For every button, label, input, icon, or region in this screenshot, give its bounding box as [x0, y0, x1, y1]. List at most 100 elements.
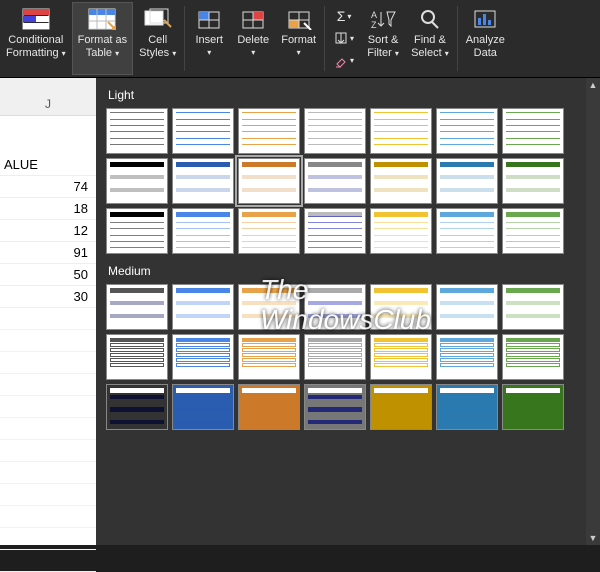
table-style-swatch[interactable] [370, 284, 432, 330]
empty-cell[interactable] [0, 440, 96, 462]
chevron-down-icon: ▾ [172, 49, 176, 58]
table-style-swatch[interactable] [502, 384, 564, 430]
table-style-swatch[interactable] [106, 158, 168, 204]
data-cell[interactable]: 91 [0, 242, 96, 264]
empty-cell[interactable] [0, 396, 96, 418]
table-style-swatch[interactable] [370, 208, 432, 254]
format-cells-icon [283, 6, 315, 32]
separator [457, 6, 458, 71]
editing-small-group: Σ▾ ▾ ▾ [327, 2, 361, 75]
table-style-swatch[interactable] [172, 284, 234, 330]
insert-cells-icon [193, 6, 225, 32]
scroll-up-icon[interactable]: ▲ [586, 78, 600, 92]
worksheet-fragment: J ALUE 741812915030 [0, 78, 96, 545]
table-style-swatch[interactable] [172, 384, 234, 430]
table-style-swatch[interactable] [304, 208, 366, 254]
table-style-swatch[interactable] [106, 334, 168, 380]
empty-cell[interactable] [0, 528, 96, 550]
insert-button[interactable]: Insert ▾ [187, 2, 231, 75]
table-style-swatch[interactable] [436, 108, 498, 154]
delete-cells-icon [237, 6, 269, 32]
empty-cell[interactable] [0, 374, 96, 396]
cell-styles-button[interactable]: Cell Styles ▾ [133, 2, 182, 75]
empty-cell[interactable] [0, 330, 96, 352]
chevron-down-icon: ▾ [395, 49, 399, 58]
table-style-swatch[interactable] [172, 158, 234, 204]
table-style-swatch[interactable] [436, 158, 498, 204]
empty-cell[interactable] [0, 308, 96, 330]
empty-cell[interactable] [0, 550, 96, 572]
analyze-data-button[interactable]: Analyze Data [460, 2, 511, 75]
table-style-swatch[interactable] [370, 108, 432, 154]
data-header-cell[interactable]: ALUE [0, 154, 96, 176]
find-select-icon [414, 6, 446, 32]
table-style-swatch[interactable] [238, 208, 300, 254]
table-style-gallery: ▲ ▼ Light Medium [96, 78, 600, 545]
empty-cell[interactable] [0, 484, 96, 506]
table-style-swatch[interactable] [370, 158, 432, 204]
delete-button[interactable]: Delete ▾ [231, 2, 275, 75]
chevron-down-icon: ▾ [445, 49, 449, 58]
table-style-swatch[interactable] [106, 384, 168, 430]
find-select-button[interactable]: Find & Select ▾ [405, 2, 455, 75]
table-style-swatch[interactable] [502, 334, 564, 380]
chevron-down-icon: ▾ [207, 48, 211, 57]
table-style-swatch[interactable] [238, 334, 300, 380]
table-style-swatch[interactable] [238, 384, 300, 430]
analyze-data-icon [469, 6, 501, 32]
table-style-swatch[interactable] [502, 108, 564, 154]
table-style-swatch[interactable] [106, 208, 168, 254]
table-style-swatch[interactable] [502, 158, 564, 204]
table-style-swatch[interactable] [436, 334, 498, 380]
scroll-down-icon[interactable]: ▼ [586, 531, 600, 545]
table-style-swatch[interactable] [304, 158, 366, 204]
table-style-swatch[interactable] [304, 108, 366, 154]
fill-button[interactable]: ▾ [331, 27, 357, 49]
table-style-swatch[interactable] [436, 384, 498, 430]
table-style-swatch[interactable] [238, 284, 300, 330]
empty-cell[interactable] [0, 462, 96, 484]
format-button[interactable]: Format ▾ [275, 2, 322, 75]
table-style-swatch[interactable] [172, 108, 234, 154]
table-style-swatch[interactable] [172, 208, 234, 254]
clear-button[interactable]: ▾ [331, 50, 357, 72]
cell-styles-icon [142, 6, 174, 32]
table-style-swatch[interactable] [304, 334, 366, 380]
table-style-swatch[interactable] [502, 284, 564, 330]
table-style-swatch[interactable] [238, 158, 300, 204]
gallery-section-title: Light [108, 88, 596, 102]
table-style-swatch[interactable] [436, 208, 498, 254]
table-style-swatch[interactable] [370, 384, 432, 430]
empty-cell[interactable] [0, 352, 96, 374]
chevron-down-icon: ▾ [115, 49, 119, 58]
format-as-table-button[interactable]: Format as Table ▾ [72, 2, 134, 75]
table-style-swatch[interactable] [106, 108, 168, 154]
table-style-swatch[interactable] [172, 334, 234, 380]
data-cell[interactable]: 74 [0, 176, 96, 198]
svg-text:Z: Z [371, 20, 377, 30]
conditional-formatting-button[interactable]: Conditional Formatting ▾ [0, 2, 72, 75]
ribbon: Conditional Formatting ▾ Format as Table… [0, 0, 600, 78]
gallery-scrollbar[interactable]: ▲ ▼ [586, 78, 600, 545]
chevron-down-icon: ▾ [251, 48, 255, 57]
chevron-down-icon: ▾ [62, 49, 66, 58]
table-style-swatch[interactable] [304, 284, 366, 330]
gallery-section-title: Medium [108, 264, 596, 278]
table-style-swatch[interactable] [106, 284, 168, 330]
table-style-swatch[interactable] [304, 384, 366, 430]
data-cell[interactable]: 12 [0, 220, 96, 242]
conditional-formatting-icon [20, 6, 52, 32]
table-style-swatch[interactable] [502, 208, 564, 254]
sort-filter-button[interactable]: AZ Sort & Filter ▾ [361, 2, 405, 75]
empty-cell[interactable] [0, 506, 96, 528]
empty-cell[interactable] [0, 418, 96, 440]
data-cell[interactable]: 18 [0, 198, 96, 220]
column-header[interactable]: J [0, 78, 96, 116]
table-style-swatch[interactable] [238, 108, 300, 154]
table-style-swatch[interactable] [370, 334, 432, 380]
format-as-table-icon [86, 6, 118, 32]
autosum-button[interactable]: Σ▾ [331, 5, 357, 27]
table-style-swatch[interactable] [436, 284, 498, 330]
data-cell[interactable]: 30 [0, 286, 96, 308]
data-cell[interactable]: 50 [0, 264, 96, 286]
